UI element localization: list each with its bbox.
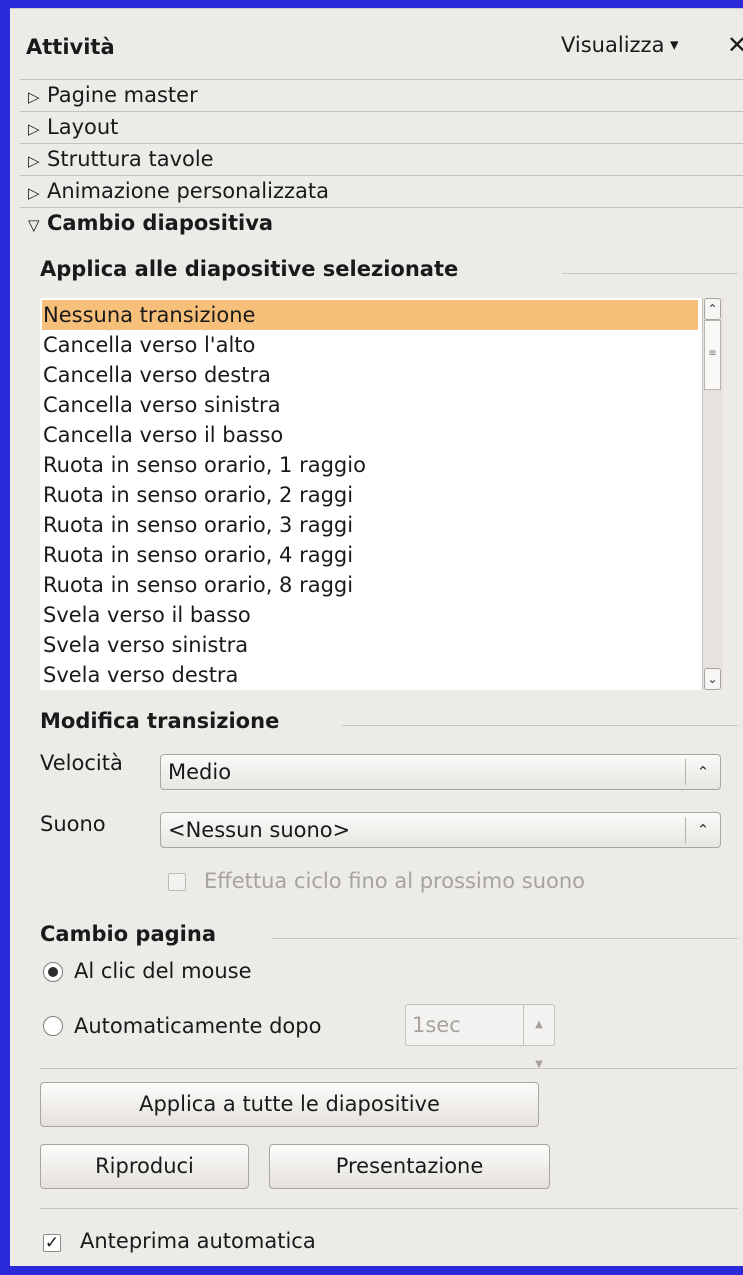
list-item[interactable]: Cancella verso il basso (42, 420, 698, 450)
deck-pagine-master[interactable]: ▷ Pagine master (20, 79, 743, 110)
auto-preview-label: Anteprima automatica (80, 1229, 316, 1253)
deck-struttura-tavole[interactable]: ▷ Struttura tavole (20, 143, 743, 174)
auto-radio[interactable] (43, 1016, 63, 1036)
list-item[interactable]: Cancella verso destra (42, 360, 698, 390)
view-menu-button[interactable]: Visualizza (561, 33, 664, 57)
updown-icon: ⌃ (685, 759, 720, 785)
divider (342, 725, 738, 726)
list-item[interactable]: Ruota in senso orario, 2 raggi (42, 480, 698, 510)
loop-label: Effettua ciclo fino al prossimo suono (204, 869, 586, 893)
divider (40, 1068, 738, 1069)
list-item[interactable]: Ruota in senso orario, 3 raggi (42, 510, 698, 540)
list-item[interactable]: Svela verso il basso (42, 600, 698, 630)
close-icon[interactable]: ✕ (727, 31, 743, 59)
advance-heading: Cambio pagina (40, 922, 216, 946)
on-click-radio[interactable] (43, 962, 63, 982)
sound-value: <Nessun suono> (168, 818, 351, 842)
auto-preview-checkbox[interactable]: ✓ (43, 1234, 61, 1252)
play-button[interactable]: Riproduci (40, 1144, 249, 1189)
divider (562, 273, 738, 274)
scroll-thumb[interactable]: ≡ (704, 320, 721, 390)
list-item[interactable]: Ruota in senso orario, 8 raggi (42, 570, 698, 600)
list-item[interactable]: Ruota in senso orario, 1 raggio (42, 450, 698, 480)
collapsed-triangle-icon: ▷ (28, 152, 40, 170)
deck-label: Cambio diapositiva (47, 211, 274, 235)
updown-icon: ⌃ (685, 817, 720, 843)
auto-label: Automaticamente dopo (74, 1014, 322, 1038)
speed-select[interactable]: Medio ⌃ (160, 754, 721, 790)
on-click-label: Al clic del mouse (74, 959, 252, 983)
sound-select[interactable]: <Nessun suono> ⌃ (160, 812, 721, 848)
tasks-panel: Attività Visualizza ▾ ✕ ▷ Pagine master ▷ L… (10, 8, 743, 1266)
scroll-down-icon[interactable]: ⌄ (704, 668, 721, 690)
auto-seconds-spinbox[interactable]: 1sec ▲ ▼ (405, 1004, 555, 1070)
transition-list[interactable]: Nessuna transizione Cancella verso l'alto… (40, 298, 723, 690)
deck-label: Pagine master (47, 83, 198, 107)
panel-title: Attività (26, 35, 115, 59)
list-item[interactable]: Ruota in senso orario, 4 raggi (42, 540, 698, 570)
list-item[interactable]: Svela verso sinistra (42, 630, 698, 660)
speed-value: Medio (168, 760, 232, 784)
spin-arrows-icon[interactable]: ▲ ▼ (523, 1005, 554, 1070)
list-scrollbar[interactable]: ⌃ ≡ ⌄ (702, 298, 723, 690)
speed-label: Velocità (40, 751, 123, 775)
slideshow-button[interactable]: Presentazione (269, 1144, 550, 1189)
apply-all-button[interactable]: Applica a tutte le diapositive (40, 1082, 539, 1127)
deck-cambio-diapositiva[interactable]: ▽ Cambio diapositiva (20, 207, 743, 238)
deck-layout[interactable]: ▷ Layout (20, 111, 743, 142)
modify-heading: Modifica transizione (40, 709, 280, 733)
dropdown-arrow-icon[interactable]: ▾ (670, 35, 679, 55)
collapsed-triangle-icon: ▷ (28, 120, 40, 138)
deck-label: Struttura tavole (47, 147, 214, 171)
divider (272, 938, 738, 939)
list-item[interactable]: Svela verso destra (42, 660, 698, 690)
list-item[interactable]: Nessuna transizione (42, 300, 698, 330)
divider (40, 1208, 738, 1209)
loop-checkbox[interactable] (168, 873, 186, 891)
transition-heading: Applica alle diapositive selezionate (40, 257, 459, 281)
collapsed-triangle-icon: ▷ (28, 184, 40, 202)
deck-label: Layout (47, 115, 119, 139)
list-item[interactable]: Cancella verso sinistra (42, 390, 698, 420)
collapsed-triangle-icon: ▷ (28, 88, 40, 106)
deck-label: Animazione personalizzata (47, 179, 329, 203)
sound-label: Suono (40, 812, 106, 836)
list-item[interactable]: Cancella verso l'alto (42, 330, 698, 360)
auto-seconds-value: 1sec (412, 1013, 461, 1037)
expanded-triangle-icon: ▽ (28, 216, 40, 234)
deck-animazione-personalizzata[interactable]: ▷ Animazione personalizzata (20, 175, 743, 206)
scroll-up-icon[interactable]: ⌃ (704, 298, 721, 320)
